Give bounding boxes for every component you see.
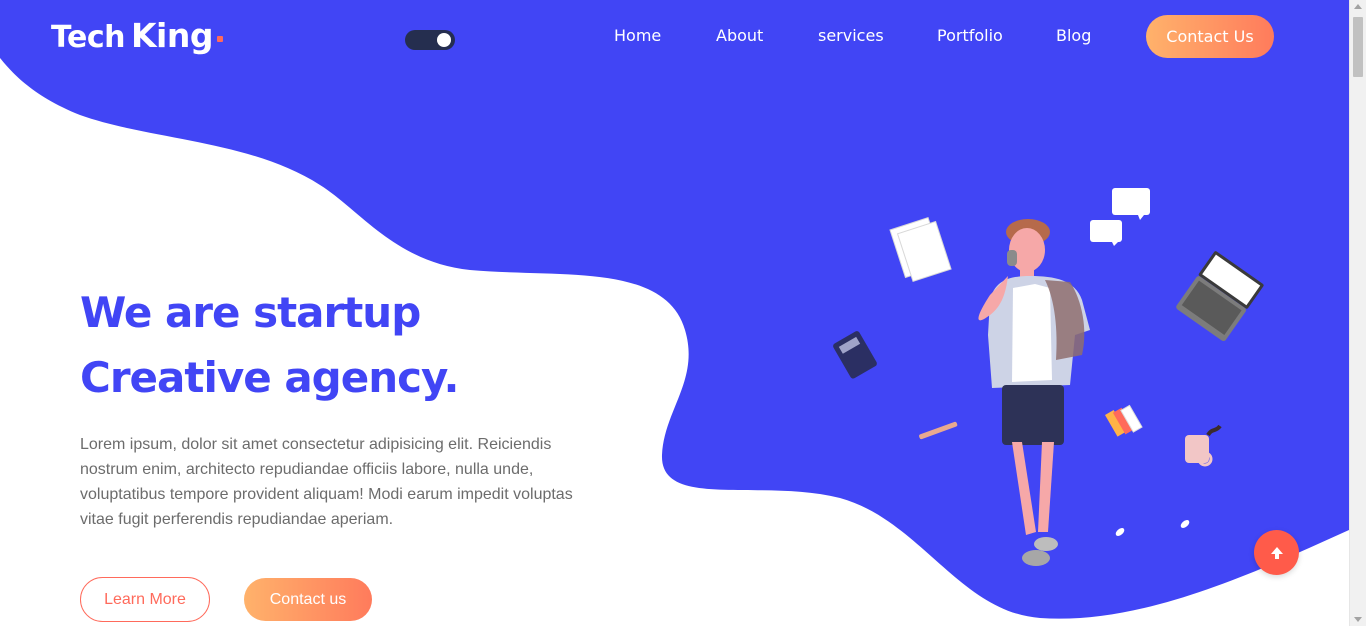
nav-services[interactable]: services [818, 26, 884, 45]
page: Tech King Home About services Portfolio B… [0, 0, 1349, 626]
theme-toggle[interactable] [405, 30, 455, 50]
person-on-phone-illustration [833, 188, 1264, 566]
hero-description: Lorem ipsum, dolor sit amet consectetur … [80, 436, 573, 528]
brand-name-part1: Tech [51, 20, 125, 55]
brand-logo[interactable]: Tech King [51, 16, 223, 60]
toggle-knob [437, 33, 451, 47]
brand-name-part2: King [130, 16, 214, 55]
scroll-down-arrow-icon[interactable] [1354, 617, 1362, 622]
scroll-to-top-button[interactable] [1254, 530, 1299, 575]
scroll-up-arrow-icon[interactable] [1354, 4, 1362, 9]
scrollbar-thumb[interactable] [1353, 17, 1363, 77]
nav-portfolio[interactable]: Portfolio [937, 26, 1003, 45]
arrow-up-icon [1270, 546, 1283, 559]
nav-blog[interactable]: Blog [1056, 26, 1091, 45]
hero-title: We are startup Creative agency. [80, 280, 459, 410]
hero-contact-button[interactable]: Contact us [244, 578, 372, 621]
brand-dot [216, 36, 223, 42]
learn-more-button[interactable]: Learn More [80, 577, 210, 622]
nav-home[interactable]: Home [614, 26, 661, 45]
hero-title-line1: We are startup [80, 288, 421, 337]
hero-title-line2: Creative agency. [80, 353, 459, 402]
vertical-scrollbar[interactable] [1349, 0, 1366, 626]
header-contact-button[interactable]: Contact Us [1146, 15, 1274, 58]
nav-about[interactable]: About [716, 26, 763, 45]
